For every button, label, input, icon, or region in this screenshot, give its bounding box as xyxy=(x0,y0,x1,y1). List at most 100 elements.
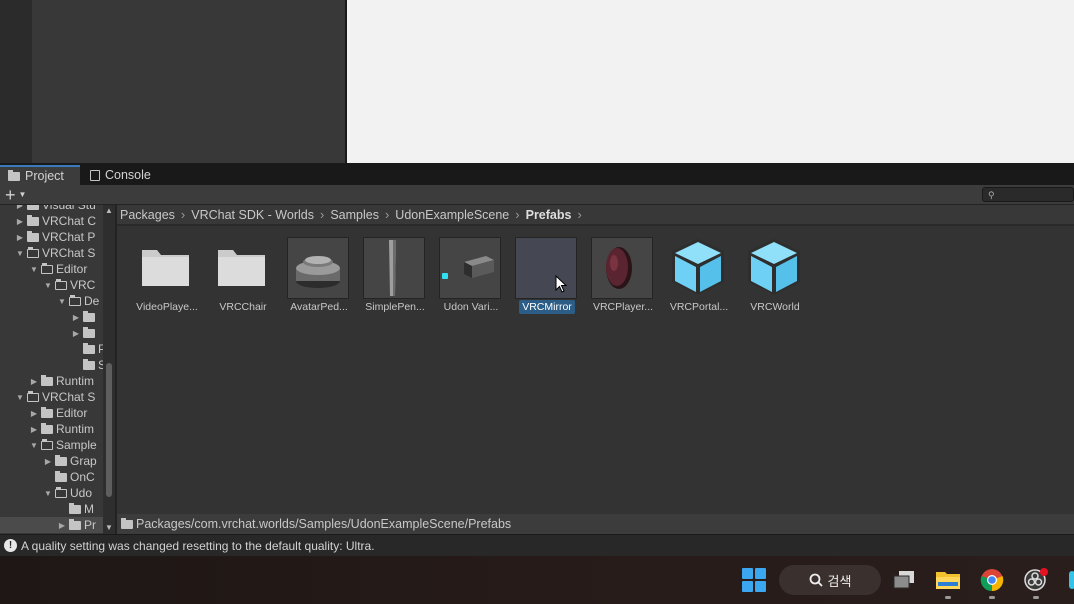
taskbar-search[interactable]: 검색 xyxy=(779,556,881,604)
tree-item[interactable]: ▼ VRChat S xyxy=(0,245,103,261)
tree-item[interactable]: Pl xyxy=(0,341,103,357)
search-icon xyxy=(809,573,823,587)
scroll-thumb[interactable] xyxy=(106,363,112,497)
folder-icon xyxy=(69,502,81,514)
mouse-cursor-icon xyxy=(555,275,567,293)
asset-item[interactable]: Udon Vari... xyxy=(433,237,505,319)
folder-icon xyxy=(27,205,39,210)
folder-open-icon xyxy=(41,262,53,274)
expand-down-icon[interactable]: ▼ xyxy=(29,265,39,274)
tree-item[interactable]: ▶ Grap xyxy=(0,453,103,469)
breadcrumb-item[interactable]: Prefabs xyxy=(526,208,572,222)
tree-item[interactable]: ▶ Visual Stu xyxy=(0,205,103,213)
tree-item[interactable]: ▶ xyxy=(0,309,103,325)
asset-item[interactable]: VRCPortal... xyxy=(661,237,733,319)
breadcrumb-separator-icon[interactable]: › xyxy=(181,207,185,222)
status-bar[interactable]: ! A quality setting was changed resettin… xyxy=(0,534,1074,556)
windows-taskbar: 검색 xyxy=(0,556,1074,604)
asset-item[interactable]: VRCChair xyxy=(205,237,277,319)
expand-right-icon[interactable]: ▶ xyxy=(29,409,39,418)
breadcrumb-item[interactable]: Samples xyxy=(330,208,379,222)
chrome-button[interactable] xyxy=(974,556,1010,604)
breadcrumb-separator-icon[interactable]: › xyxy=(320,207,324,222)
tree-item[interactable]: ▼ VRChat S xyxy=(0,389,103,405)
tree-item[interactable]: ▼ Editor xyxy=(0,261,103,277)
expand-down-icon[interactable]: ▼ xyxy=(43,489,53,498)
asset-item[interactable]: VideoPlaye... xyxy=(129,237,201,319)
folder-icon xyxy=(121,517,133,529)
folder-icon xyxy=(211,237,273,299)
folder-open-icon xyxy=(55,278,67,290)
tree-item[interactable]: ▼ Sample xyxy=(0,437,103,453)
create-asset-button[interactable]: + ▼ xyxy=(5,185,26,205)
asset-item[interactable]: VRCMirror xyxy=(509,237,581,319)
tree-item-label: Udo xyxy=(70,486,93,500)
expand-down-icon[interactable]: ▼ xyxy=(57,297,67,306)
expand-right-icon[interactable]: ▶ xyxy=(15,233,25,242)
asset-item[interactable]: VRCPlayer... xyxy=(585,237,657,319)
expand-down-icon[interactable]: ▼ xyxy=(15,393,25,402)
scene-view[interactable] xyxy=(347,0,1074,163)
expand-right-icon[interactable]: ▶ xyxy=(15,217,25,226)
scroll-up-icon[interactable]: ▲ xyxy=(105,206,113,215)
bottom-tab-bar: Project Console xyxy=(0,163,1074,185)
expand-down-icon[interactable]: ▼ xyxy=(43,281,53,290)
hierarchy-panel[interactable] xyxy=(32,0,345,163)
pen-preview-icon xyxy=(363,237,425,299)
tree-item-label: VRChat P xyxy=(42,230,96,244)
scroll-down-icon[interactable]: ▼ xyxy=(105,523,113,532)
obs-icon xyxy=(1024,568,1048,591)
obs-button[interactable] xyxy=(1018,556,1054,604)
task-view-button[interactable] xyxy=(888,556,920,604)
asset-label-text: SimplePen... xyxy=(365,301,425,313)
asset-grid[interactable]: VideoPlaye... VRCChair AvatarPed... SimpleP… xyxy=(117,226,1074,514)
tree-item[interactable]: ▶ Pr xyxy=(0,517,103,533)
folder-icon xyxy=(83,342,95,354)
tree-item-label: Sample xyxy=(56,438,97,452)
windows-logo-icon xyxy=(742,568,766,592)
running-indicator xyxy=(989,596,995,599)
tree-item[interactable]: Sa xyxy=(0,357,103,373)
file-explorer-button[interactable] xyxy=(930,556,966,604)
expand-down-icon[interactable]: ▼ xyxy=(15,249,25,258)
breadcrumb-item[interactable]: Packages xyxy=(120,208,175,222)
asset-item[interactable]: SimplePen... xyxy=(357,237,429,319)
tree-item[interactable]: ▶ Editor xyxy=(0,405,103,421)
expand-right-icon[interactable]: ▶ xyxy=(29,377,39,386)
tab-console[interactable]: Console xyxy=(82,165,159,185)
expand-right-icon[interactable]: ▶ xyxy=(29,425,39,434)
breadcrumb-item[interactable]: UdonExampleScene xyxy=(395,208,509,222)
breadcrumb-item[interactable]: VRChat SDK - Worlds xyxy=(191,208,314,222)
search-input[interactable] xyxy=(999,188,1071,201)
tree-item[interactable]: OnC xyxy=(0,469,103,485)
tree-item-label: Editor xyxy=(56,262,88,276)
breadcrumb-separator-icon[interactable]: › xyxy=(577,207,581,222)
expand-right-icon[interactable]: ▶ xyxy=(71,329,81,338)
breadcrumb-separator-icon[interactable]: › xyxy=(515,207,519,222)
tree-item[interactable]: M xyxy=(0,501,103,517)
overflow-app-button[interactable] xyxy=(1064,556,1074,604)
tree-item[interactable]: ▶ VRChat P xyxy=(0,229,103,245)
breadcrumb-separator-icon[interactable]: › xyxy=(385,207,389,222)
asset-item[interactable]: AvatarPed... xyxy=(281,237,353,319)
tab-project[interactable]: Project xyxy=(0,165,80,185)
expand-right-icon[interactable]: ▶ xyxy=(15,205,25,210)
expand-down-icon[interactable]: ▼ xyxy=(29,441,39,450)
tree-item[interactable]: ▼ VRC xyxy=(0,277,103,293)
tree-scrollbar[interactable]: ▲ ▼ xyxy=(103,205,115,534)
tree-item-label: Visual Stu xyxy=(42,205,96,212)
tree-item[interactable]: ▶ VRChat C xyxy=(0,213,103,229)
asset-item[interactable]: VRCWorld xyxy=(737,237,809,319)
project-search[interactable]: ⚲ xyxy=(982,187,1074,202)
tree-item[interactable]: ▼ Udo xyxy=(0,485,103,501)
tree-item[interactable]: ▶ Runtim xyxy=(0,421,103,437)
tree-item[interactable]: ▶ xyxy=(0,325,103,341)
tree-item[interactable]: ▶ Runtim xyxy=(0,373,103,389)
tree-item[interactable]: ▼ De xyxy=(0,293,103,309)
asset-label: AvatarPed... xyxy=(281,301,357,313)
expand-right-icon[interactable]: ▶ xyxy=(43,457,53,466)
expand-right-icon[interactable]: ▶ xyxy=(57,521,67,530)
folder-tree[interactable]: ▶ Visual Stu ▶ VRChat C ▶ VRChat P ▼ VRChat S ▼ E… xyxy=(0,205,103,534)
expand-right-icon[interactable]: ▶ xyxy=(71,313,81,322)
start-button[interactable] xyxy=(736,556,772,604)
